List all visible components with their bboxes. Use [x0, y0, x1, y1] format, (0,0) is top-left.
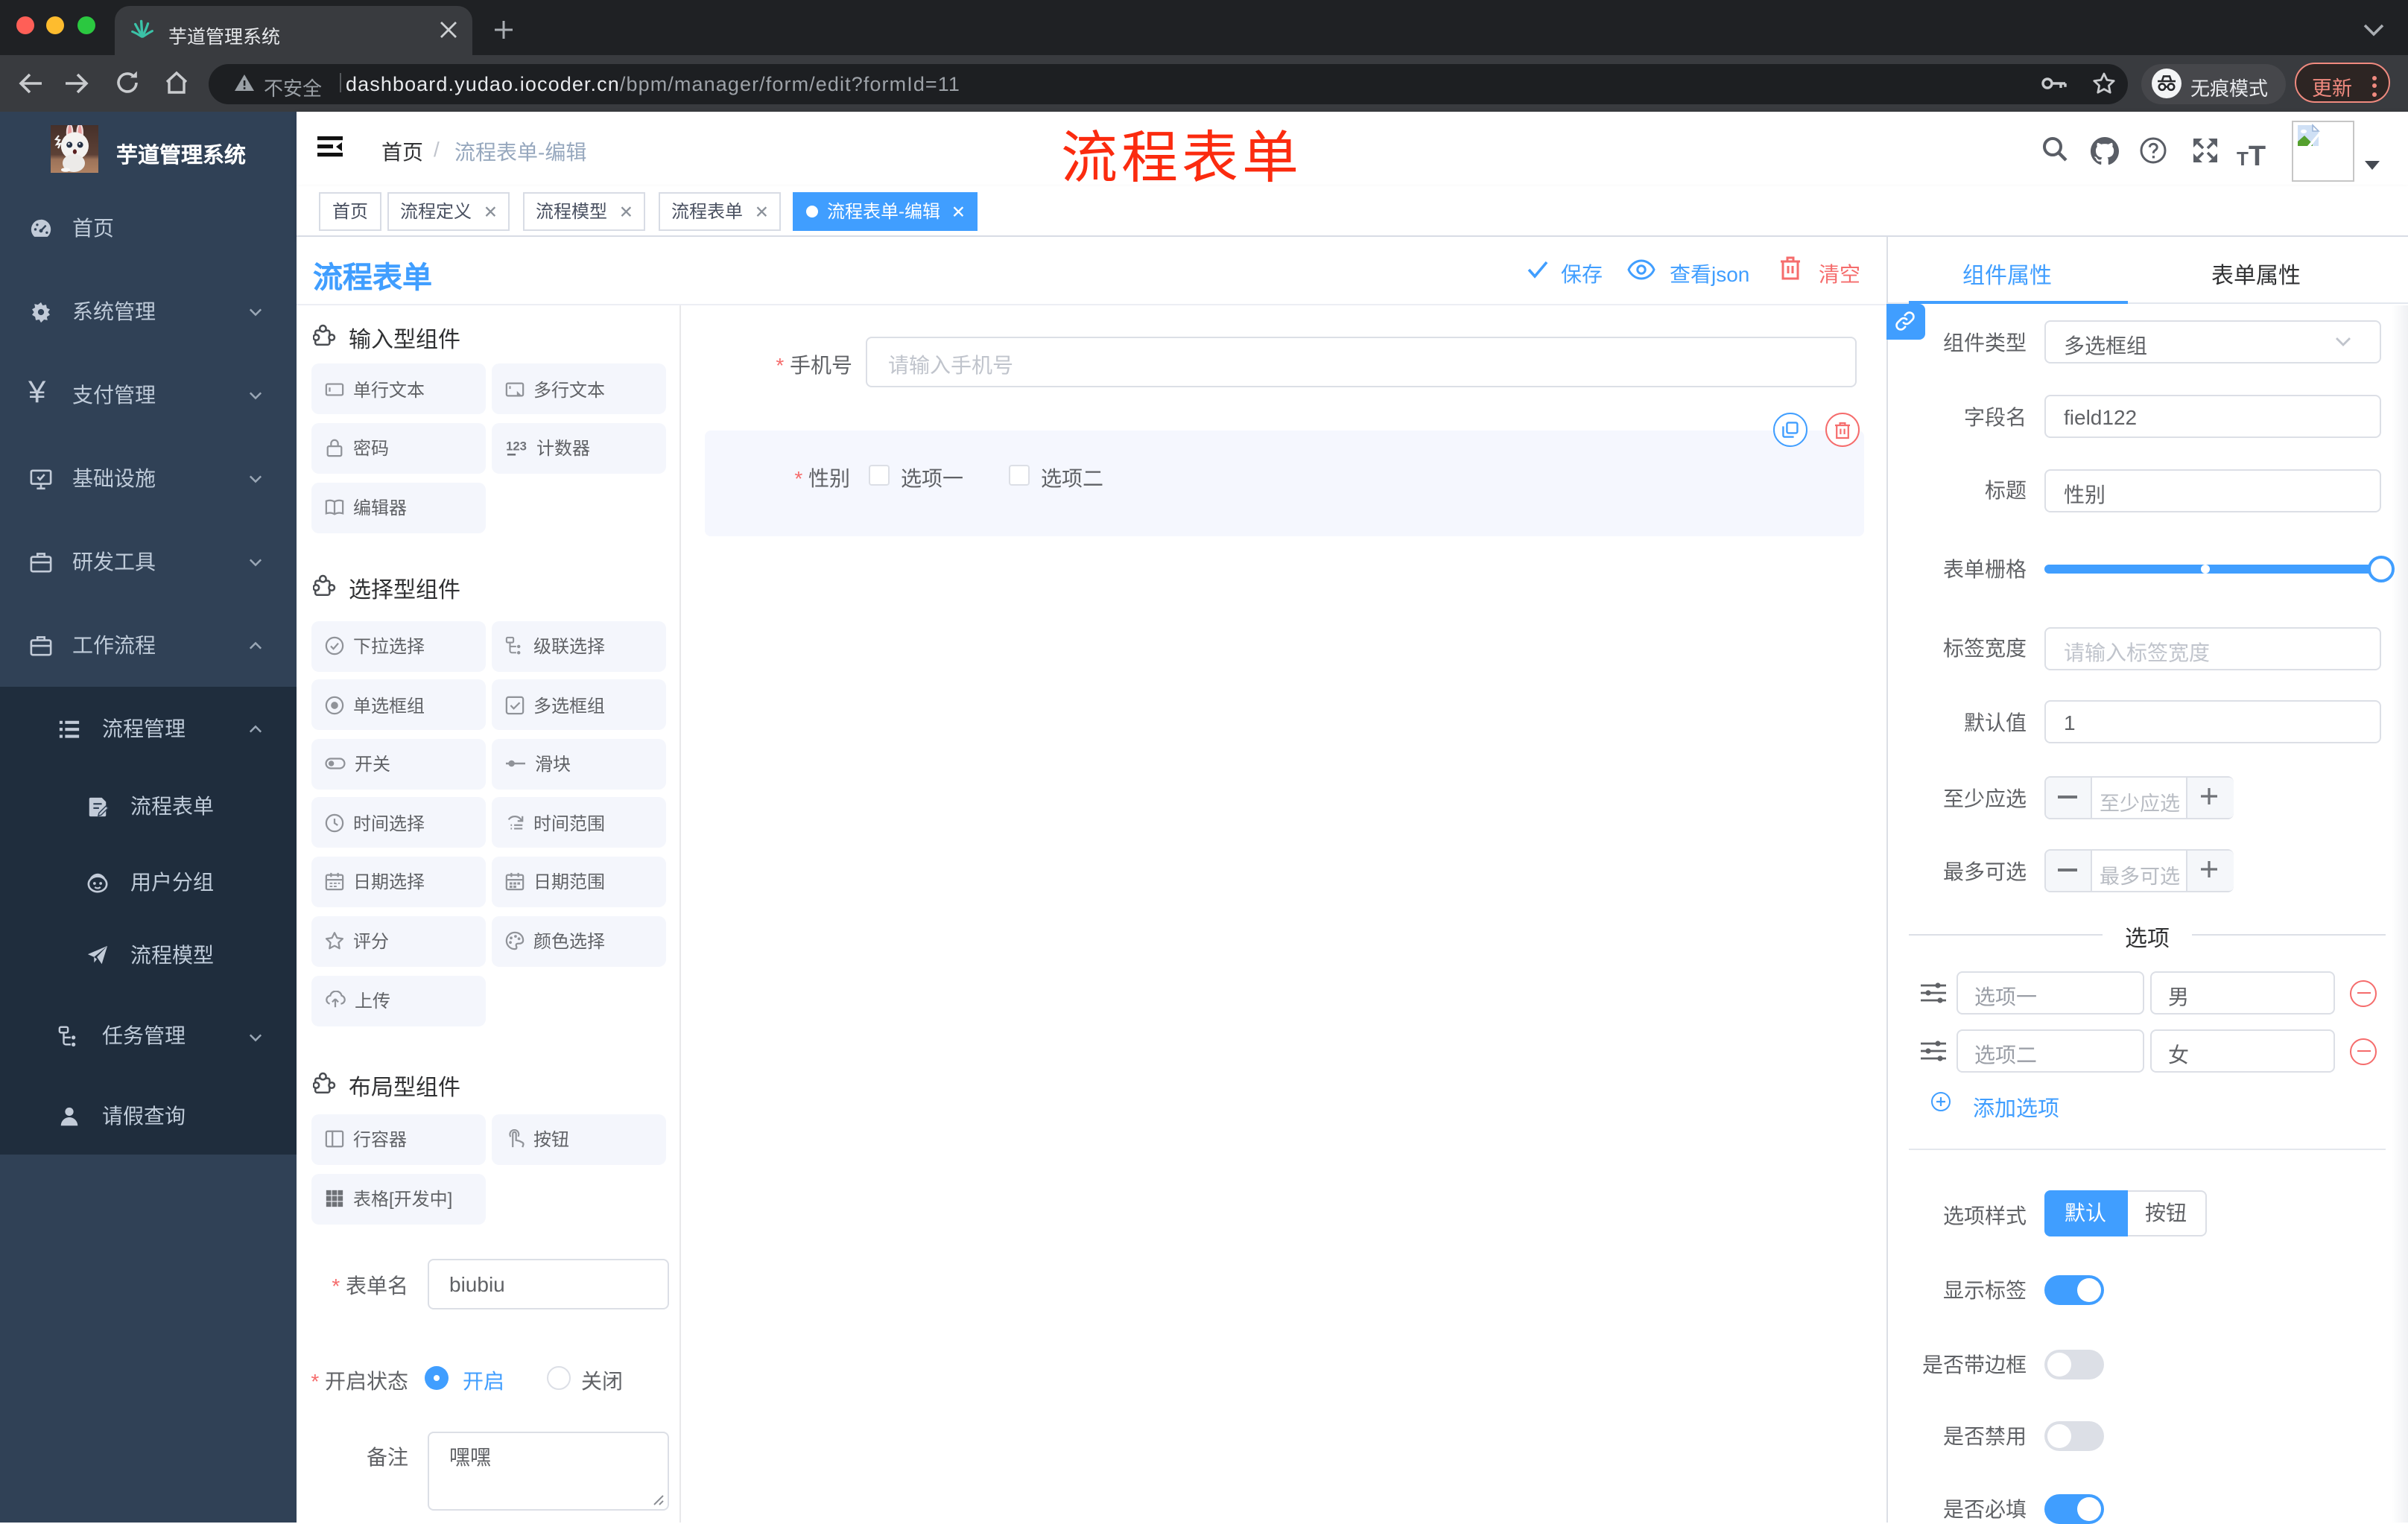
svg-text:123: 123: [506, 439, 527, 454]
